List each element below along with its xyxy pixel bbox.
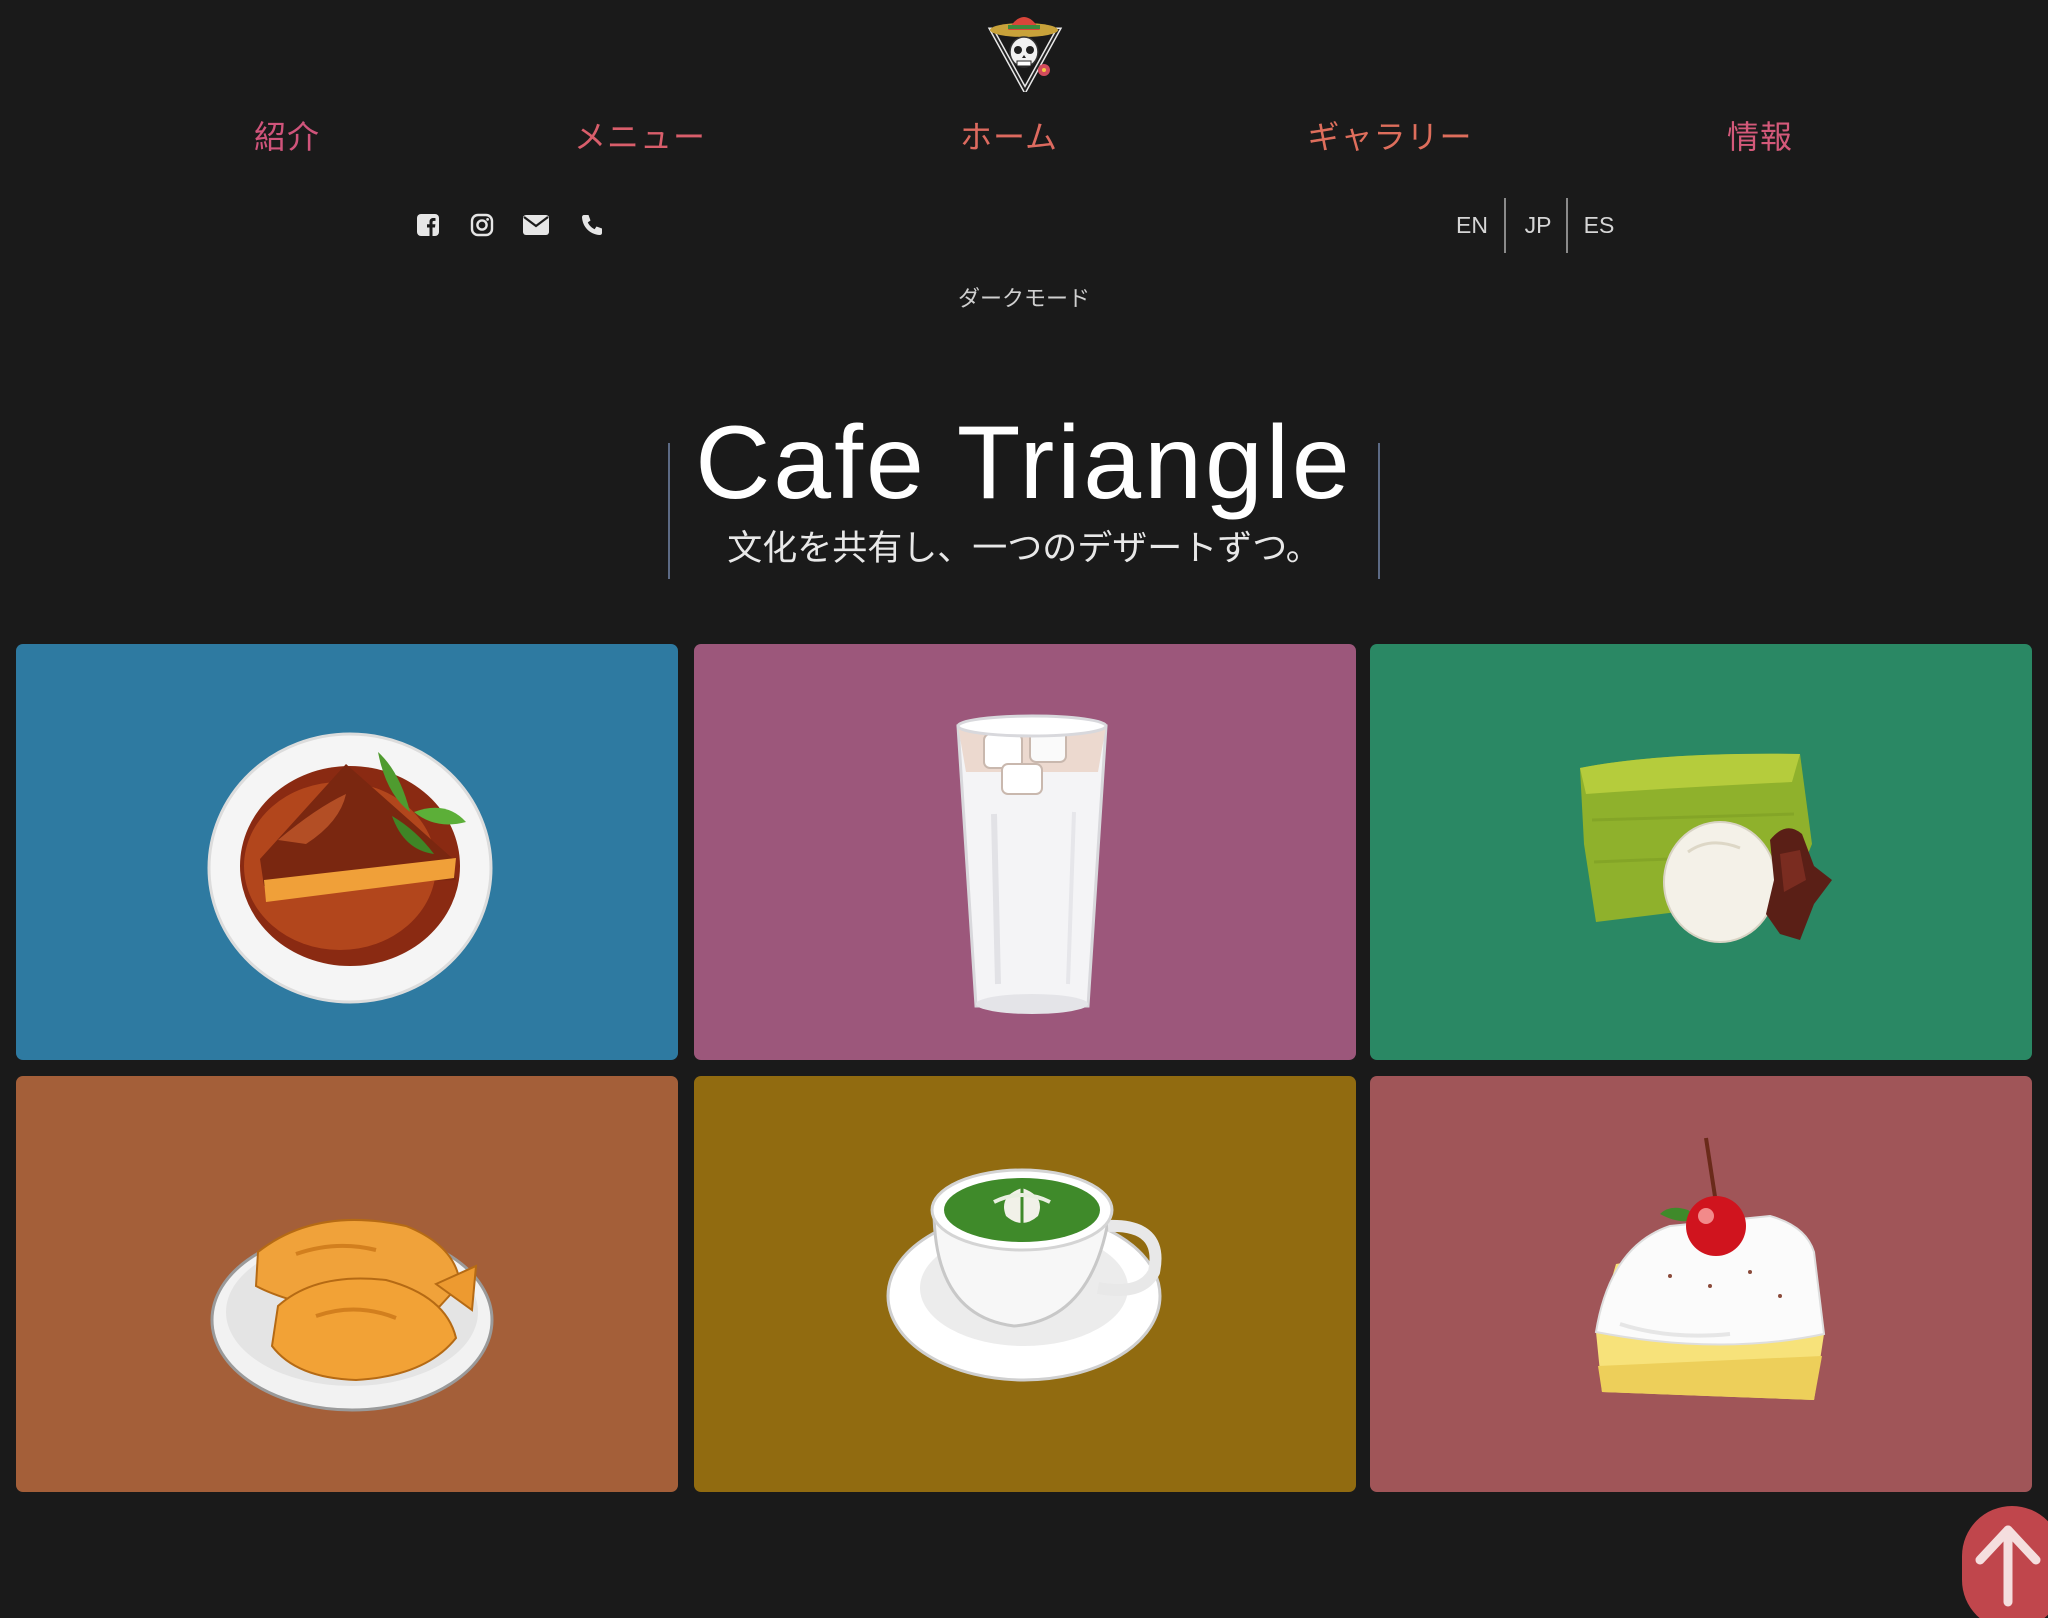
tres-leches-tile[interactable] — [1370, 1076, 2032, 1492]
page: 紹介 メニュー ホーム ギャラリー 情報 EN JP ES ダークモード Caf… — [0, 0, 2048, 1618]
iced-drink-icon — [956, 714, 1108, 1014]
nav-gallery[interactable]: ギャラリー — [1300, 112, 1480, 162]
hero-right-border — [1378, 443, 1380, 579]
lang-jp[interactable]: JP — [1517, 203, 1559, 247]
lang-es[interactable]: ES — [1578, 203, 1620, 247]
matcha-latte-tile[interactable] — [694, 1076, 1356, 1492]
arrow-up-icon — [1975, 1525, 2041, 1607]
lang-divider — [1504, 198, 1506, 253]
flan-icon — [207, 732, 493, 1004]
nav-about[interactable]: 紹介 — [227, 112, 347, 162]
email-icon[interactable] — [521, 210, 551, 240]
latte-icon — [886, 1168, 1162, 1382]
site-tagline: 文化を共有し、一つのデザートずつ。 — [727, 529, 1321, 569]
taiyaki-icon — [210, 1218, 494, 1412]
lang-divider — [1566, 198, 1568, 253]
skull-sombrero-logo-icon — [987, 17, 1063, 96]
lang-en[interactable]: EN — [1452, 203, 1492, 247]
iced-horchata-tile[interactable] — [694, 644, 1356, 1060]
phone-icon[interactable] — [577, 210, 607, 240]
nav-home[interactable]: ホーム — [944, 112, 1074, 162]
site-title: Cafe Triangle — [695, 405, 1353, 521]
nav-info[interactable]: 情報 — [1700, 112, 1820, 162]
cafe-triangle-logo[interactable] — [984, 8, 1064, 96]
back-to-top-button[interactable] — [1962, 1506, 2048, 1618]
matcha-cake-icon — [1580, 753, 1832, 943]
nav-menu[interactable]: メニュー — [555, 112, 725, 162]
taiyaki-tile[interactable] — [16, 1076, 678, 1492]
dark-mode-toggle[interactable]: ダークモード — [924, 280, 1124, 320]
cake-slice-icon — [1594, 1137, 1826, 1400]
instagram-icon[interactable] — [467, 210, 497, 240]
caramel-flan-tile[interactable] — [16, 644, 678, 1060]
matcha-cake-tile[interactable] — [1370, 644, 2032, 1060]
facebook-icon[interactable] — [413, 210, 443, 240]
